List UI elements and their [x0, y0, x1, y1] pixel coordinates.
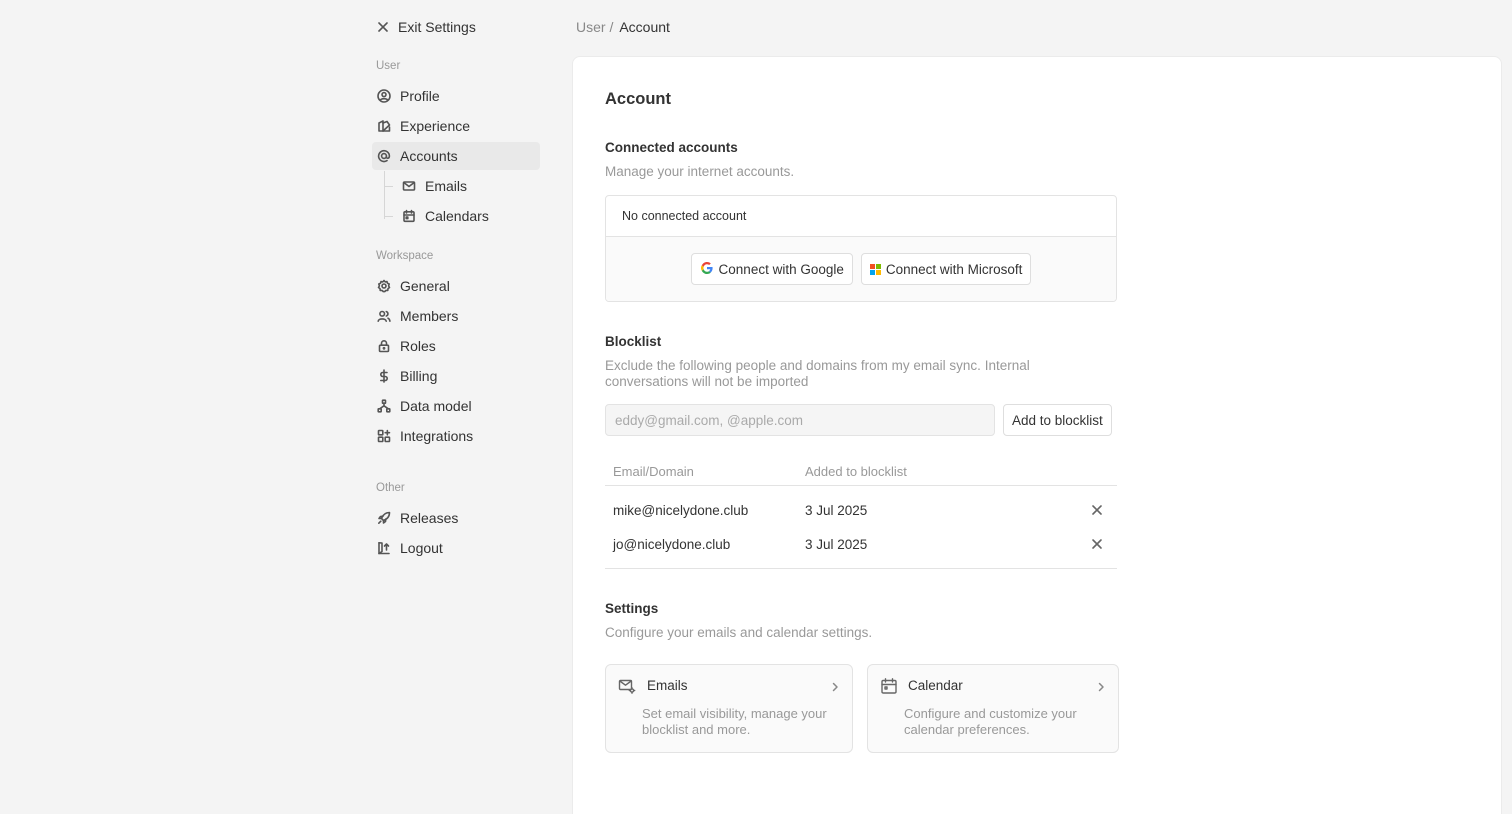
- palette-icon: [377, 119, 391, 133]
- close-icon: [1092, 505, 1102, 515]
- add-to-blocklist-button[interactable]: Add to blocklist: [1003, 404, 1112, 436]
- main-panel: Account Connected accounts Manage your i…: [572, 56, 1502, 814]
- breadcrumb-parent[interactable]: User /: [576, 19, 613, 35]
- sidebar-item-general[interactable]: General: [372, 272, 540, 300]
- exit-settings-button[interactable]: Exit Settings: [376, 17, 476, 37]
- column-header-added: Added to blocklist: [805, 463, 907, 479]
- settings-description: Configure your emails and calendar setti…: [605, 625, 873, 640]
- sidebar-item-accounts[interactable]: Accounts: [372, 142, 540, 170]
- sidebar-item-label: Integrations: [400, 428, 474, 444]
- sidebar-item-calendars[interactable]: Calendars: [397, 202, 540, 230]
- mail-icon: [402, 179, 416, 193]
- sidebar-item-label: Logout: [400, 540, 443, 556]
- sidebar-item-billing[interactable]: Billing: [372, 362, 540, 390]
- breadcrumb-current: Account: [619, 19, 670, 35]
- logout-icon: [377, 541, 391, 555]
- table-header: Email/Domain Added to blocklist: [605, 457, 1117, 486]
- card-description: Configure and customize your calendar pr…: [904, 706, 1077, 737]
- blocklist-description: Exclude the following people and domains…: [605, 358, 1030, 389]
- sidebar-item-label: Data model: [400, 398, 472, 414]
- card-title: Calendar: [908, 678, 963, 693]
- table-body: mike@nicelydone.club 3 Jul 2025 jo@nicel…: [605, 486, 1117, 569]
- sidebar-item-label: General: [400, 278, 450, 294]
- close-icon: [1092, 539, 1102, 549]
- row-email: jo@nicelydone.club: [613, 536, 731, 552]
- rocket-icon: [377, 511, 391, 525]
- user-circle-icon: [377, 89, 391, 103]
- sidebar-item-label: Profile: [400, 88, 440, 104]
- row-email: mike@nicelydone.club: [613, 502, 749, 518]
- sidebar-item-profile[interactable]: Profile: [372, 82, 540, 110]
- calendar-settings-card[interactable]: Calendar Configure and customize your ca…: [867, 664, 1119, 753]
- tree-connector: [384, 216, 393, 217]
- sidebar-item-label: Calendars: [425, 208, 489, 224]
- at-sign-icon: [377, 149, 391, 163]
- tree-line: [384, 171, 385, 219]
- connect-google-button[interactable]: Connect with Google: [690, 253, 853, 285]
- blocklist-table: Email/Domain Added to blocklist mike@nic…: [605, 457, 1117, 569]
- breadcrumb: User / Account: [576, 19, 670, 35]
- connect-buttons-row: Connect with Google Connect with Microso…: [606, 237, 1116, 301]
- table-row: mike@nicelydone.club 3 Jul 2025: [605, 493, 1117, 527]
- chevron-right-icon: [830, 679, 840, 692]
- emails-settings-card[interactable]: Emails Set email visibility, manage your…: [605, 664, 853, 753]
- column-header-email: Email/Domain: [613, 463, 694, 479]
- exit-settings-label: Exit Settings: [398, 19, 476, 35]
- blocklist-heading: Blocklist: [605, 334, 662, 349]
- row-added-date: 3 Jul 2025: [805, 502, 868, 518]
- sidebar-item-releases[interactable]: Releases: [372, 504, 540, 532]
- hierarchy-icon: [377, 399, 391, 413]
- connect-microsoft-button[interactable]: Connect with Microsoft: [860, 253, 1032, 285]
- sidebar-item-experience[interactable]: Experience: [372, 112, 540, 140]
- gear-icon: [377, 279, 391, 293]
- sidebar-item-logout[interactable]: Logout: [372, 534, 540, 562]
- section-label-user: User: [376, 60, 401, 72]
- page-title: Account: [605, 90, 671, 108]
- calendar-icon: [880, 677, 898, 695]
- sidebar-item-label: Experience: [400, 118, 471, 134]
- sidebar-item-label: Accounts: [400, 148, 458, 164]
- mail-settings-icon: [618, 677, 636, 695]
- sidebar-item-label: Emails: [425, 178, 468, 194]
- tree-connector: [384, 186, 393, 187]
- sidebar-item-label: Billing: [400, 368, 438, 384]
- sidebar-item-data-model[interactable]: Data model: [372, 392, 540, 420]
- remove-row-button[interactable]: [1089, 536, 1105, 552]
- lock-icon: [377, 339, 391, 353]
- microsoft-icon: [869, 263, 881, 275]
- connected-accounts-box: No connected account Connect with Google: [605, 195, 1117, 302]
- connect-google-label: Connect with Google: [718, 261, 844, 277]
- google-icon: [700, 261, 714, 278]
- section-label-workspace: Workspace: [376, 250, 434, 262]
- connected-accounts-description: Manage your internet accounts.: [605, 164, 795, 179]
- settings-heading: Settings: [605, 601, 659, 616]
- sidebar-item-roles[interactable]: Roles: [372, 332, 540, 360]
- table-row: jo@nicelydone.club 3 Jul 2025: [605, 527, 1117, 561]
- connected-accounts-heading: Connected accounts: [605, 140, 738, 155]
- sidebar-item-emails[interactable]: Emails: [397, 172, 540, 200]
- sidebar-item-integrations[interactable]: Integrations: [372, 422, 540, 450]
- row-added-date: 3 Jul 2025: [805, 536, 868, 552]
- no-connected-account-text: No connected account: [606, 196, 1116, 237]
- dollar-icon: [377, 369, 391, 383]
- close-icon: [376, 20, 390, 34]
- remove-row-button[interactable]: [1089, 502, 1105, 518]
- sidebar-item-label: Members: [400, 308, 459, 324]
- section-label-other: Other: [376, 482, 405, 494]
- settings-cards: Emails Set email visibility, manage your…: [605, 664, 1119, 754]
- users-icon: [377, 309, 391, 323]
- add-to-blocklist-label: Add to blocklist: [1012, 412, 1103, 428]
- sidebar-item-label: Releases: [400, 510, 459, 526]
- card-title: Emails: [647, 678, 688, 693]
- card-description: Set email visibility, manage your blockl…: [642, 706, 827, 737]
- sidebar-item-members[interactable]: Members: [372, 302, 540, 330]
- sidebar-item-label: Roles: [400, 338, 436, 354]
- chevron-right-icon: [1096, 679, 1106, 692]
- apps-icon: [377, 429, 391, 443]
- blocklist-input[interactable]: [605, 404, 995, 436]
- connect-microsoft-label: Connect with Microsoft: [885, 261, 1023, 277]
- calendar-icon: [402, 209, 416, 223]
